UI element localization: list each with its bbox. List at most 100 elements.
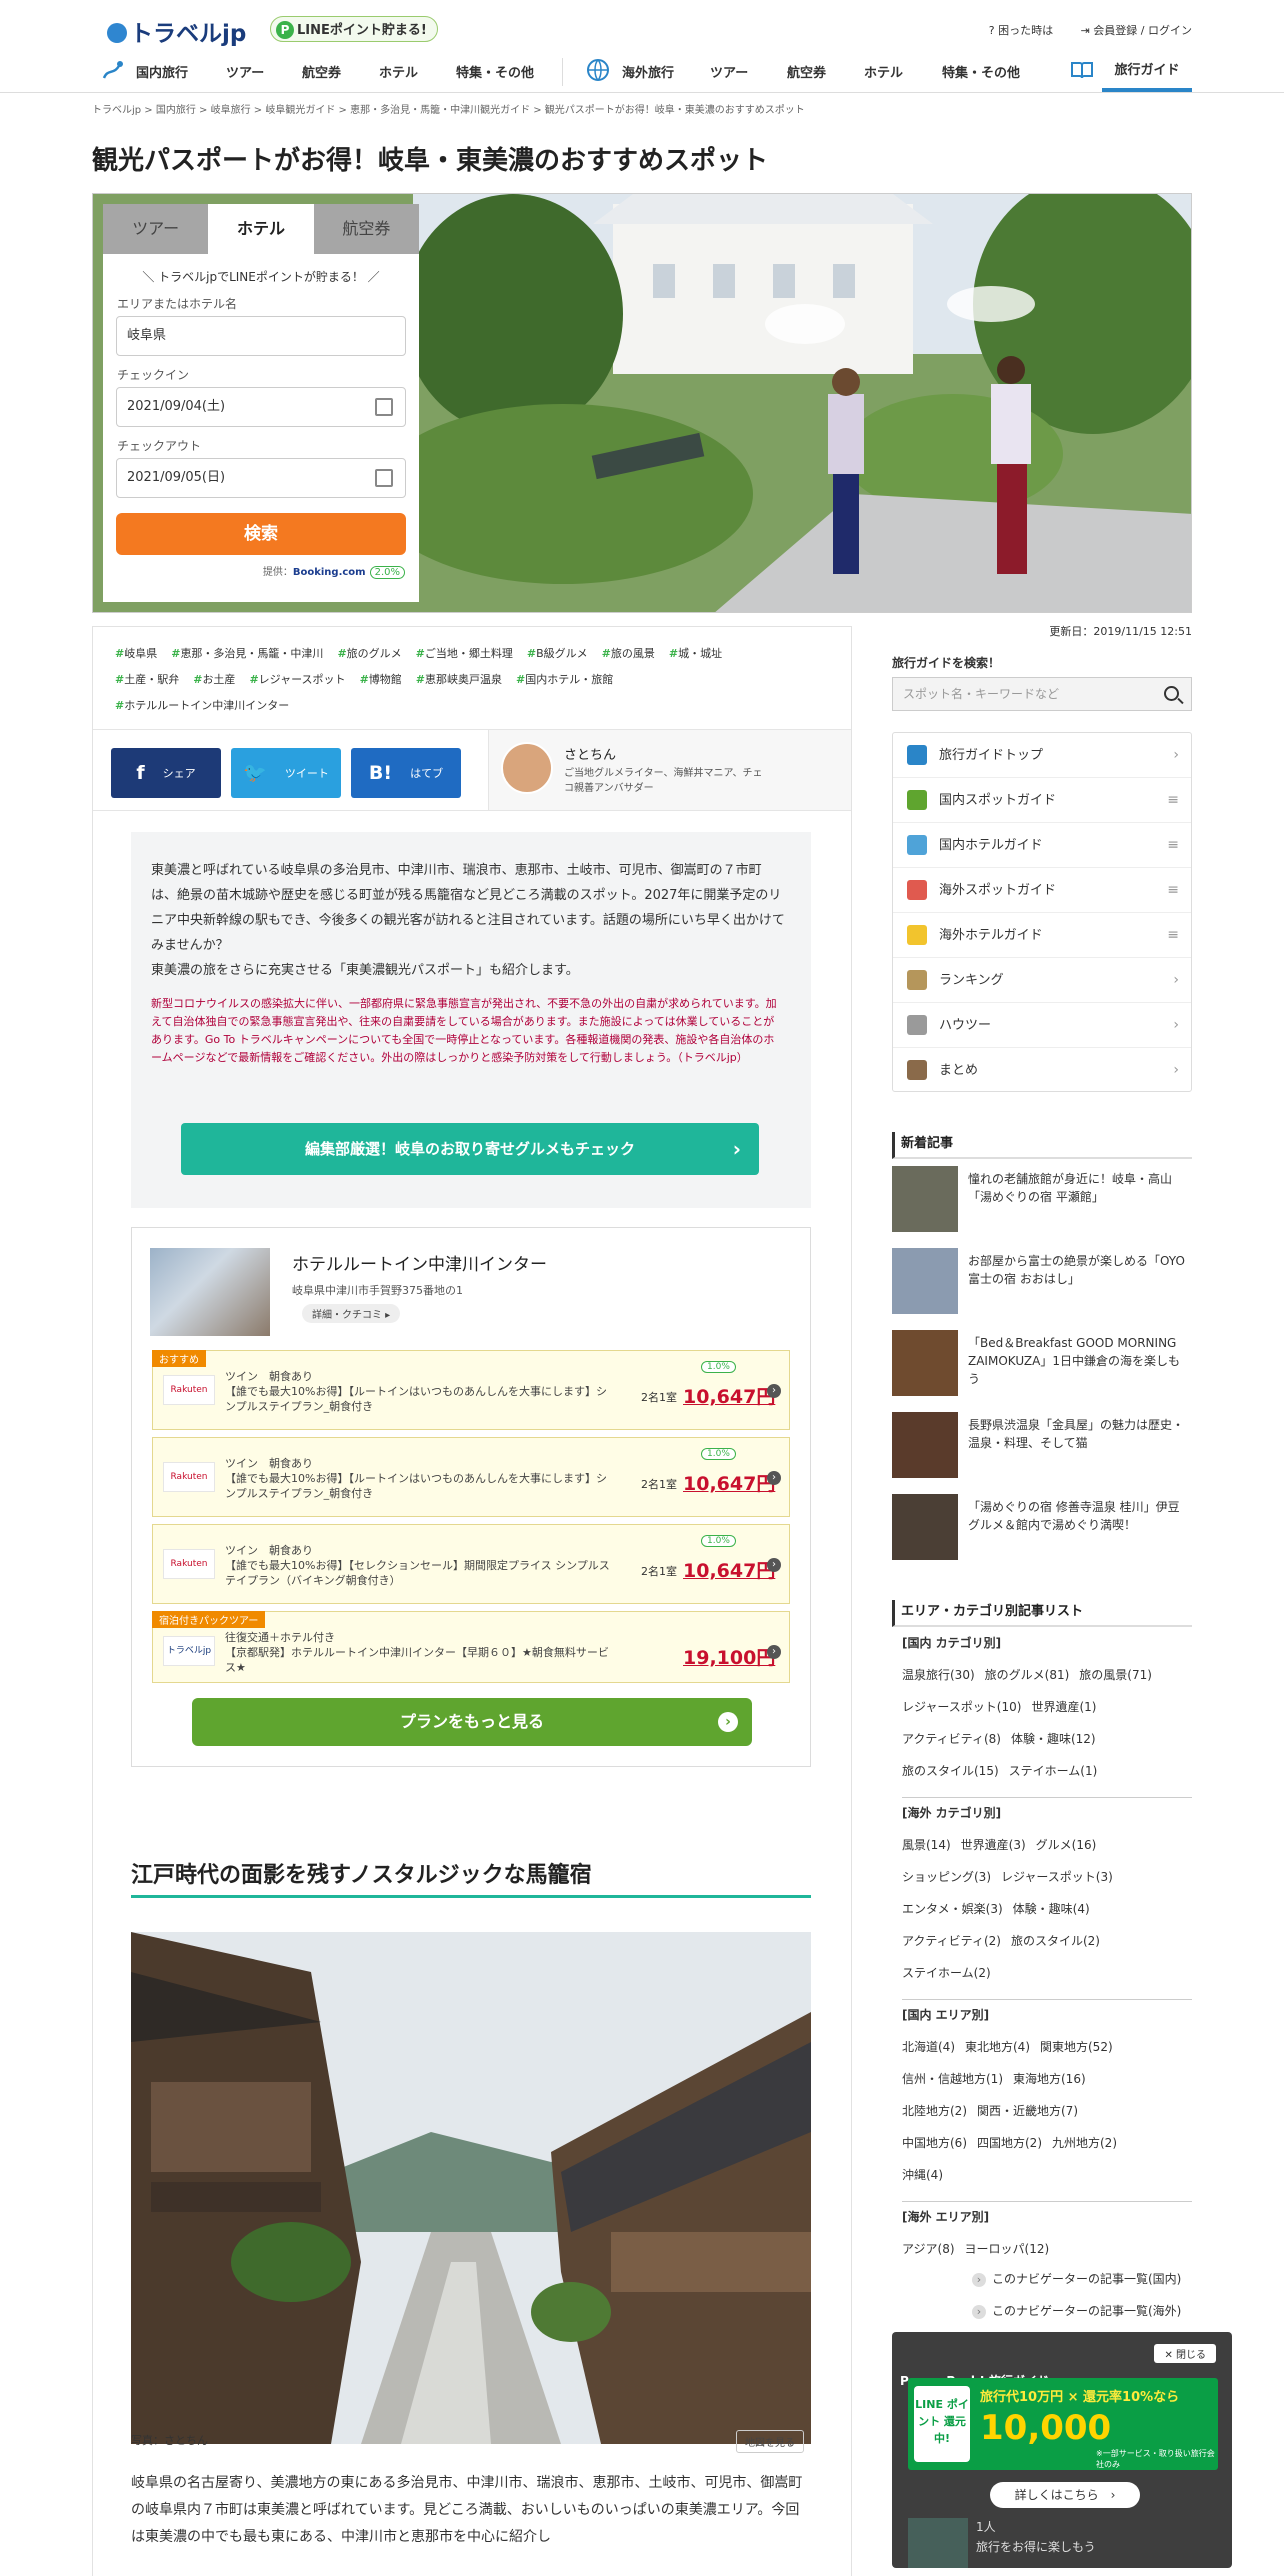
- area-link[interactable]: 九州地方(2): [1052, 2136, 1117, 2150]
- category-link[interactable]: アクティビティ(2): [902, 1934, 1001, 1948]
- hatena-share-button[interactable]: B! はてブ: [351, 748, 461, 798]
- nav-overseas-hotel[interactable]: ホテル: [864, 62, 903, 81]
- news-item[interactable]: 長野県渋温泉「金具屋」の魅力は歴史・温泉・料理、そして猫: [892, 1412, 1192, 1480]
- tag[interactable]: B級グルメ: [527, 647, 588, 660]
- breadcrumb[interactable]: トラベルjp > 国内旅行 > 岐阜旅行 > 岐阜観光ガイド > 恵那・多治見・…: [92, 101, 805, 116]
- category-link[interactable]: ステイホーム(2): [902, 1966, 991, 1980]
- category-link[interactable]: 体験・趣味(4): [1013, 1902, 1090, 1916]
- nav-domestic-special[interactable]: 特集・その他: [456, 62, 534, 81]
- site-logo[interactable]: トラベルjp: [107, 14, 246, 48]
- checkin-field[interactable]: 2021/09/04(土): [116, 387, 406, 427]
- nav-domestic-tour[interactable]: ツアー: [226, 62, 264, 81]
- search-icon[interactable]: [1164, 686, 1179, 701]
- area-link[interactable]: 北陸地方(2): [902, 2104, 967, 2118]
- tag[interactable]: ご当地・郷土料理: [416, 647, 513, 660]
- tag[interactable]: 旅のグルメ: [337, 647, 401, 660]
- tag[interactable]: 恵那峡奥戸温泉: [416, 673, 502, 686]
- area-link[interactable]: 東海地方(16): [1013, 2072, 1086, 2086]
- area-link[interactable]: ヨーロッパ(12): [965, 2242, 1050, 2256]
- tag[interactable]: 城・城址: [669, 647, 722, 660]
- facebook-share-button[interactable]: f シェア: [111, 748, 221, 798]
- nav-domestic-travel[interactable]: 国内旅行: [136, 62, 188, 81]
- category-link[interactable]: 旅の風景(71): [1079, 1668, 1152, 1682]
- news-item[interactable]: 「湯めぐりの宿 修善寺温泉 桂川」伊豆グルメ＆館内で湯めぐり満喫！: [892, 1494, 1192, 1562]
- menu-item-ranking[interactable]: ランキング ›: [893, 958, 1191, 1003]
- category-link[interactable]: 世界遺産(1): [1031, 1700, 1096, 1714]
- nav-domestic-air[interactable]: 航空券: [302, 62, 341, 81]
- hotel-name[interactable]: ホテルルートイン中津川インター: [292, 1250, 547, 1275]
- hotel-thumbnail[interactable]: [150, 1248, 270, 1336]
- menu-item-guide-top[interactable]: 旅行ガイドトップ ›: [893, 733, 1191, 778]
- offer-row[interactable]: おすすめ Rakuten ツイン 朝食あり 【誰でも最大10%お得】【ルートイン…: [152, 1350, 790, 1430]
- tag[interactable]: 旅の風景: [602, 647, 655, 660]
- category-link[interactable]: 旅のグルメ(81): [985, 1668, 1070, 1682]
- map-button[interactable]: 地図を見る: [736, 2430, 804, 2453]
- category-link[interactable]: 世界遺産(3): [961, 1838, 1026, 1852]
- tag[interactable]: レジャースポット: [249, 673, 345, 686]
- close-button[interactable]: ✕ 閉じる: [1154, 2344, 1216, 2363]
- category-link[interactable]: 旅のスタイル(15): [902, 1764, 999, 1778]
- tab-tour[interactable]: ツアー: [103, 204, 209, 254]
- menu-item-domestic-hotel[interactable]: 国内ホテルガイド ≡: [893, 823, 1191, 868]
- news-item[interactable]: 憧れの老舗旅館が身近に！岐阜・高山「湯めぐりの宿 平瀬館」: [892, 1166, 1192, 1234]
- area-input[interactable]: 岐阜県: [116, 316, 406, 356]
- tag[interactable]: 土産・駅弁: [115, 673, 179, 686]
- author-box[interactable]: さとちん ご当地グルメライター、海鮮丼マニア、チェコ親善アンバサダー: [488, 730, 851, 810]
- menu-item-matome[interactable]: まとめ ›: [893, 1048, 1191, 1093]
- area-link[interactable]: 関西・近畿地方(7): [977, 2104, 1078, 2118]
- area-link[interactable]: 四国地方(2): [977, 2136, 1042, 2150]
- hotel-detail-link[interactable]: 詳細・クチコミ ▸: [302, 1304, 401, 1323]
- nav-overseas-travel[interactable]: 海外旅行: [622, 62, 674, 81]
- gourmet-button[interactable]: 編集部厳選！岐阜のお取り寄せグルメもチェック: [181, 1123, 759, 1175]
- nav-overseas-special[interactable]: 特集・その他: [942, 62, 1020, 81]
- line-points-badge[interactable]: P LINEポイント貯まる!: [270, 16, 438, 42]
- area-link[interactable]: アジア(8): [902, 2242, 955, 2256]
- help-link[interactable]: ? 困った時は: [989, 24, 1053, 37]
- checkout-field[interactable]: 2021/09/05(日): [116, 458, 406, 498]
- category-link[interactable]: 体験・趣味(12): [1011, 1732, 1096, 1746]
- nav-overseas-air[interactable]: 航空券: [787, 62, 826, 81]
- area-link[interactable]: 北海道(4): [902, 2040, 955, 2054]
- area-link[interactable]: 中国地方(6): [902, 2136, 967, 2150]
- offer-row[interactable]: Rakuten ツイン 朝食あり 【誰でも最大10%お得】【セレクションセール】…: [152, 1524, 790, 1604]
- news-item[interactable]: お部屋から富士の絶景が楽しめる「OYO 富士の宿 おおはし」: [892, 1248, 1192, 1316]
- category-link[interactable]: エンタメ・娯楽(3): [902, 1902, 1003, 1916]
- offer-row[interactable]: Rakuten ツイン 朝食あり 【誰でも最大10%お得】【ルートインはいつもの…: [152, 1437, 790, 1517]
- details-button[interactable]: 詳しくはこちら: [990, 2482, 1140, 2508]
- menu-item-overseas-hotel[interactable]: 海外ホテルガイド ≡: [893, 913, 1191, 958]
- tag[interactable]: 国内ホテル・旅館: [516, 673, 613, 686]
- twitter-share-button[interactable]: 🐦 ツイート: [231, 748, 341, 798]
- area-link[interactable]: 関東地方(52): [1040, 2040, 1113, 2054]
- category-link[interactable]: ステイホーム(1): [1009, 1764, 1098, 1778]
- category-link[interactable]: レジャースポット(10): [902, 1700, 1021, 1714]
- nav-overseas-tour[interactable]: ツアー: [710, 62, 748, 81]
- category-link[interactable]: レジャースポット(3): [1001, 1870, 1113, 1884]
- tab-hotel[interactable]: ホテル: [208, 204, 314, 254]
- navigator-domestic-link[interactable]: このナビゲーターの記事一覧(国内): [972, 2270, 1181, 2287]
- news-item[interactable]: 「Bed＆Breakfast GOOD MORNING ZAIMOKUZA」1日…: [892, 1330, 1192, 1398]
- menu-item-domestic-spot[interactable]: 国内スポットガイド ≡: [893, 778, 1191, 823]
- tag[interactable]: 岐阜県: [115, 647, 157, 660]
- line-campaign-banner[interactable]: LINE ポイント 還元中! 旅行代10万円 × 還元率10%なら 10,000…: [908, 2378, 1218, 2470]
- login-link[interactable]: ⇥ 会員登録 / ログイン: [1081, 24, 1192, 37]
- tab-airline[interactable]: 航空券: [313, 204, 419, 254]
- area-link[interactable]: 信州・信越地方(1): [902, 2072, 1003, 2086]
- navigator-overseas-link[interactable]: このナビゲーターの記事一覧(海外): [972, 2302, 1181, 2319]
- nav-travel-guide[interactable]: 旅行ガイド: [1102, 58, 1192, 92]
- tag[interactable]: 恵那・多治見・馬籠・中津川: [171, 647, 323, 660]
- menu-item-overseas-spot[interactable]: 海外スポットガイド ≡: [893, 868, 1191, 913]
- tag[interactable]: 博物館: [360, 673, 402, 686]
- area-link[interactable]: 沖縄(4): [902, 2168, 943, 2182]
- category-link[interactable]: アクティビティ(8): [902, 1732, 1001, 1746]
- package-offer-row[interactable]: 宿泊付きパックツアー トラベルjp 往復交通＋ホテル付き 【京都駅発】ホテルルー…: [152, 1611, 790, 1683]
- category-link[interactable]: グルメ(16): [1036, 1838, 1097, 1852]
- guide-search-input[interactable]: スポット名・キーワードなど: [892, 677, 1192, 711]
- tag[interactable]: ホテルルートイン中津川インター: [115, 699, 289, 712]
- more-plans-button[interactable]: プランをもっと見る: [192, 1698, 752, 1746]
- category-link[interactable]: 温泉旅行(30): [902, 1668, 975, 1682]
- area-link[interactable]: 東北地方(4): [965, 2040, 1030, 2054]
- category-link[interactable]: 風景(14): [902, 1838, 951, 1852]
- category-link[interactable]: ショッピング(3): [902, 1870, 991, 1884]
- search-button[interactable]: 検索: [116, 513, 406, 555]
- nav-domestic-hotel[interactable]: ホテル: [379, 62, 418, 81]
